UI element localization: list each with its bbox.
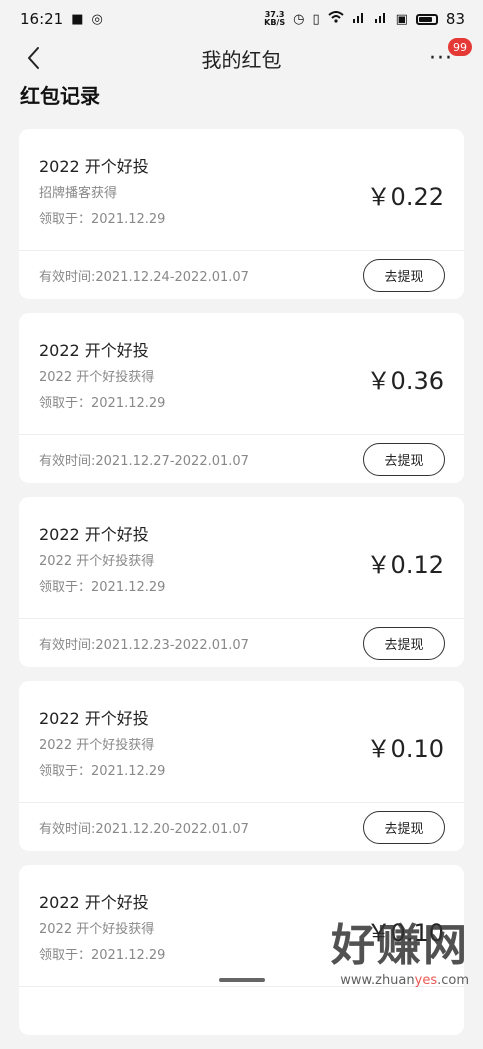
nav-bar: 我的红包 ··· 99 — [0, 38, 483, 78]
redpacket-received-date: 领取于：2021.12.29 — [39, 212, 166, 227]
net-speed: 37.3 KB/S — [264, 11, 285, 27]
battery-percent: 83 — [445, 10, 465, 28]
watermark: 好赚网 www.zhuanyes.com — [331, 909, 469, 988]
watermark-url: www.zhuanyes.com — [331, 973, 469, 988]
redpacket-amount: ￥0.22 — [366, 183, 444, 211]
notification-badge: 99 — [448, 38, 472, 56]
redpacket-received-date: 领取于：2021.12.29 — [39, 580, 166, 595]
battery-icon — [415, 13, 438, 25]
status-bar-left: 16:21 ■ ◎ — [20, 10, 103, 28]
watermark-url-prefix: www.zhuan — [340, 973, 415, 988]
page-title: 我的红包 — [201, 47, 282, 72]
section-title: 红包记录 — [20, 84, 100, 108]
withdraw-button[interactable]: 去提现 — [363, 443, 445, 476]
hd-icon: ▣ — [395, 11, 408, 27]
redpacket-source: 2022 开个好投获得 — [39, 738, 155, 753]
status-time: 16:21 — [20, 10, 64, 28]
redpacket-title: 2022 开个好投 — [39, 157, 149, 176]
redpacket-title: 2022 开个好投 — [39, 893, 149, 912]
vibrate-icon: ▯ — [312, 11, 320, 27]
card-divider — [19, 434, 464, 435]
redpacket-received-date: 领取于：2021.12.29 — [39, 948, 166, 963]
alarm-icon: ◷ — [293, 11, 305, 27]
redpacket-valid-period: 有效时间:2021.12.24-2022.01.07 — [39, 270, 249, 285]
redpacket-card[interactable]: 2022 开个好投 2022 开个好投获得 领取于：2021.12.29 ￥0.36 有… — [19, 313, 464, 483]
back-arrow-icon[interactable] — [22, 44, 46, 72]
withdraw-button[interactable]: 去提现 — [363, 259, 445, 292]
redpacket-amount: ￥0.36 — [366, 367, 444, 395]
redpacket-card[interactable]: 2022 开个好投 2022 开个好投获得 领取于：2021.12.29 ￥0.10 有… — [19, 681, 464, 851]
redpacket-amount: ￥0.10 — [366, 735, 444, 763]
watermark-url-highlight: yes — [414, 973, 438, 988]
redpacket-valid-period: 有效时间:2021.12.27-2022.01.07 — [39, 454, 249, 469]
redpacket-title: 2022 开个好投 — [39, 341, 149, 360]
card-divider — [19, 618, 464, 619]
redpacket-title: 2022 开个好投 — [39, 525, 149, 544]
battery-fill — [418, 16, 433, 22]
redpacket-valid-period: 有效时间:2021.12.20-2022.01.07 — [39, 822, 249, 837]
redpacket-source: 2022 开个好投获得 — [39, 370, 155, 385]
redpacket-received-date: 领取于：2021.12.29 — [39, 764, 166, 779]
withdraw-button[interactable]: 去提现 — [363, 627, 445, 660]
redpacket-card[interactable]: 2022 开个好投 2022 开个好投获得 领取于：2021.12.29 ￥0.12 有… — [19, 497, 464, 667]
redpacket-received-date: 领取于：2021.12.29 — [39, 396, 166, 411]
hotspot-icon: ◎ — [91, 11, 103, 27]
signal-icon-2 — [374, 11, 388, 27]
redpacket-title: 2022 开个好投 — [39, 709, 149, 728]
redpacket-source: 2022 开个好投获得 — [39, 922, 155, 937]
status-bar: 16:21 ■ ◎ 37.3 KB/S ◷ ▯ ▣ 83 — [0, 0, 483, 38]
redpacket-amount: ￥0.12 — [366, 551, 444, 579]
notification-icon: ■ — [71, 11, 84, 27]
home-indicator[interactable] — [219, 978, 265, 982]
card-divider — [19, 250, 464, 251]
card-divider — [19, 802, 464, 803]
watermark-logo-text: 好赚网 — [331, 920, 469, 971]
watermark-url-suffix: .com — [437, 973, 469, 988]
signal-icon-1 — [352, 11, 366, 27]
redpacket-source: 招牌播客获得 — [39, 186, 118, 201]
redpacket-valid-period: 有效时间:2021.12.23-2022.01.07 — [39, 638, 249, 653]
redpacket-card[interactable]: 2022 开个好投招牌播客获得领取于：2021.12.29 ￥0.22 有效时间:2… — [19, 129, 464, 299]
status-bar-right: 37.3 KB/S ◷ ▯ ▣ 83 — [264, 10, 465, 28]
net-speed-unit: KB/S — [264, 18, 286, 27]
redpacket-source: 2022 开个好投获得 — [39, 554, 155, 569]
wifi-icon — [327, 11, 344, 27]
withdraw-button[interactable]: 去提现 — [363, 811, 445, 844]
